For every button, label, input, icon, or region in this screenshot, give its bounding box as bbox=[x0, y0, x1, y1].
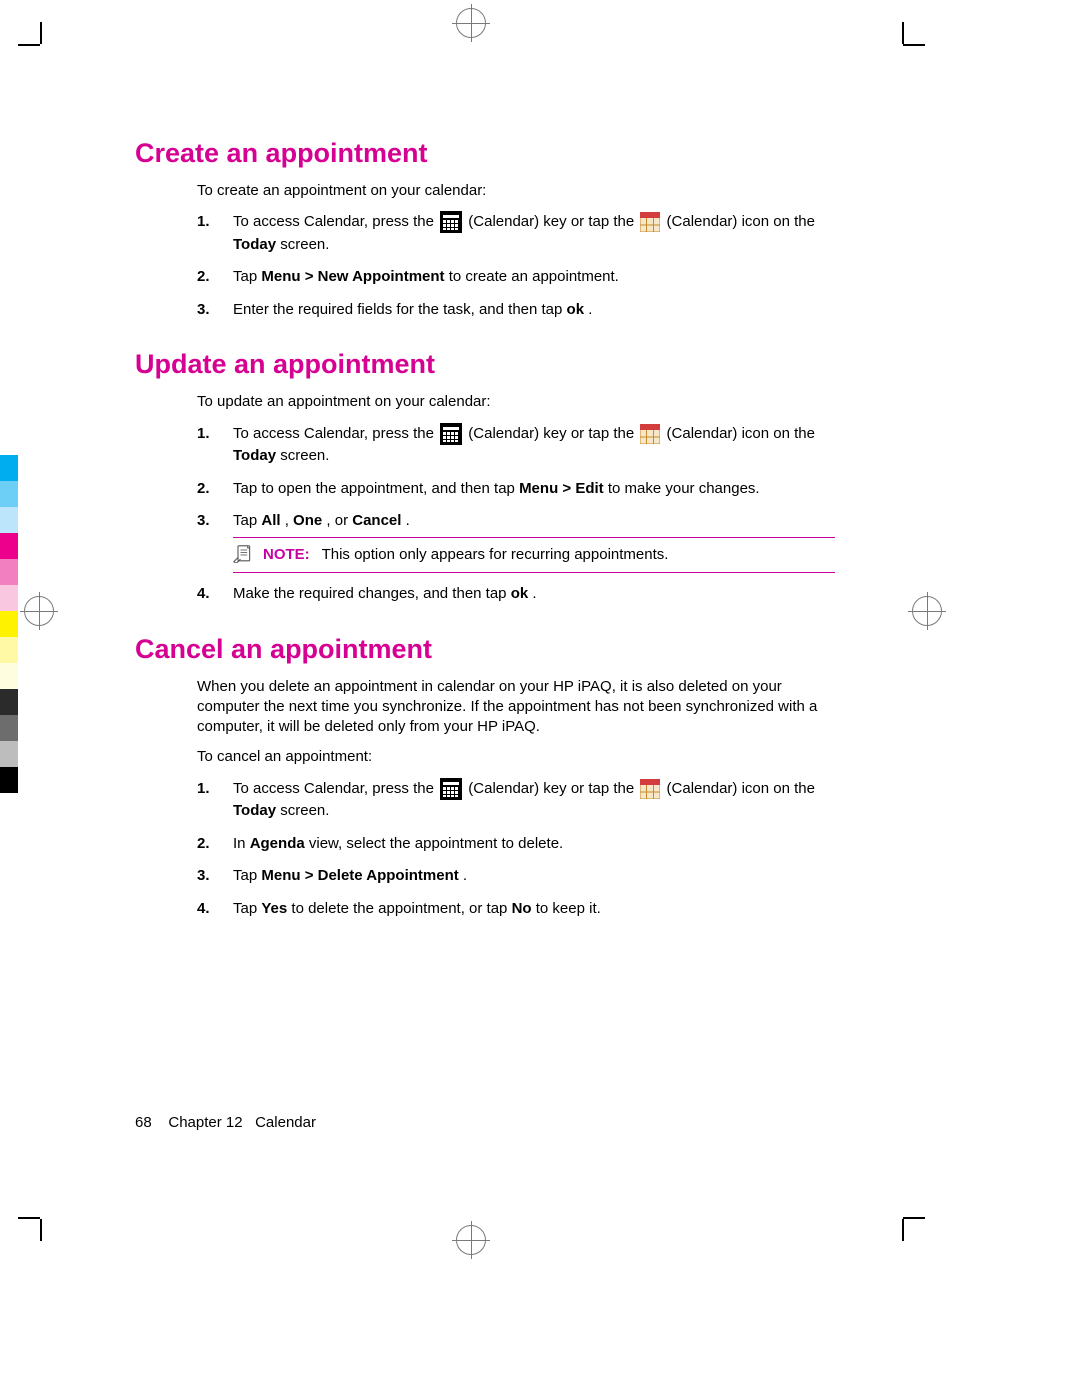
step-text: (Calendar) icon on the bbox=[667, 425, 815, 442]
section-cancel: Cancel an appointment When you delete an… bbox=[135, 634, 835, 921]
section-update: Update an appointment To update an appoi… bbox=[135, 349, 835, 605]
registration-mark-icon bbox=[456, 1225, 486, 1255]
chapter-title: Calendar bbox=[255, 1114, 316, 1131]
step-text: . bbox=[463, 867, 467, 884]
step-text: screen. bbox=[280, 447, 329, 464]
registration-mark-icon bbox=[912, 596, 942, 626]
step-text: to delete the appointment, or tap bbox=[291, 900, 511, 917]
step-text: (Calendar) key or tap the bbox=[468, 213, 638, 230]
steps-cancel: 1. To access Calendar, press the (Calend… bbox=[197, 778, 835, 921]
step-bold: All bbox=[261, 512, 280, 529]
step-text: to create an appointment. bbox=[449, 268, 619, 285]
step-item: 1. To access Calendar, press the (Calend… bbox=[197, 211, 835, 256]
step-item: 2. Tap Menu > New Appointment to create … bbox=[197, 266, 835, 289]
step-bold: Today bbox=[233, 802, 276, 819]
step-bold: Agenda bbox=[250, 835, 305, 852]
step-text: . bbox=[588, 301, 592, 318]
step-bold: ok bbox=[567, 301, 585, 318]
step-text: , or bbox=[326, 512, 352, 529]
step-item: 3. Tap All , One , or Cancel . NOTE: Thi… bbox=[197, 510, 835, 573]
step-text: Make the required changes, and then tap bbox=[233, 585, 511, 602]
calendar-key-icon bbox=[440, 778, 462, 800]
calendar-key-icon bbox=[440, 211, 462, 233]
section-create: Create an appointment To create an appoi… bbox=[135, 138, 835, 321]
step-text: (Calendar) icon on the bbox=[667, 213, 815, 230]
heading-create: Create an appointment bbox=[135, 138, 835, 169]
note-text: This option only appears for recurring a… bbox=[322, 546, 669, 563]
step-text: In bbox=[233, 835, 250, 852]
note-icon bbox=[233, 545, 253, 565]
step-text: , bbox=[285, 512, 293, 529]
step-item: 1. To access Calendar, press the (Calend… bbox=[197, 778, 835, 823]
steps-create: 1. To access Calendar, press the (Calend… bbox=[197, 211, 835, 321]
heading-cancel: Cancel an appointment bbox=[135, 634, 835, 665]
step-item: 3. Enter the required fields for the tas… bbox=[197, 299, 835, 322]
step-text: screen. bbox=[280, 236, 329, 253]
crop-mark bbox=[903, 1217, 925, 1219]
crop-mark bbox=[40, 1219, 42, 1241]
note-box: NOTE: This option only appears for recur… bbox=[233, 537, 835, 574]
calendar-today-icon bbox=[640, 212, 660, 232]
page-number: 68 bbox=[135, 1114, 152, 1131]
step-bold: ok bbox=[511, 585, 529, 602]
step-text: Tap bbox=[233, 268, 261, 285]
step-text: Tap to open the appointment, and then ta… bbox=[233, 480, 519, 497]
chapter-label: Chapter 12 bbox=[168, 1114, 242, 1131]
calendar-key-icon bbox=[440, 423, 462, 445]
steps-update: 1. To access Calendar, press the (Calend… bbox=[197, 423, 835, 606]
step-text: to keep it. bbox=[536, 900, 601, 917]
step-bold: Menu > Edit bbox=[519, 480, 604, 497]
intro-update: To update an appointment on your calenda… bbox=[197, 392, 835, 412]
note-content: NOTE: This option only appears for recur… bbox=[263, 544, 668, 567]
heading-update: Update an appointment bbox=[135, 349, 835, 380]
step-bold: Menu > New Appointment bbox=[261, 268, 444, 285]
step-bold: Cancel bbox=[352, 512, 401, 529]
intro-cancel-short: To cancel an appointment: bbox=[197, 747, 835, 767]
crop-mark bbox=[902, 22, 904, 44]
step-bold: No bbox=[512, 900, 532, 917]
intro-create: To create an appointment on your calenda… bbox=[197, 181, 835, 201]
step-bold: One bbox=[293, 512, 322, 529]
registration-mark-icon bbox=[24, 596, 54, 626]
intro-cancel-long: When you delete an appointment in calend… bbox=[197, 677, 835, 738]
step-bold: Menu > Delete Appointment bbox=[261, 867, 458, 884]
step-item: 3. Tap Menu > Delete Appointment . bbox=[197, 865, 835, 888]
color-calibration-strip bbox=[0, 455, 18, 793]
step-text: Tap bbox=[233, 512, 261, 529]
step-text: (Calendar) key or tap the bbox=[468, 425, 638, 442]
step-text: . bbox=[532, 585, 536, 602]
registration-mark-icon bbox=[456, 8, 486, 38]
note-label: NOTE: bbox=[263, 546, 310, 563]
step-text: . bbox=[406, 512, 410, 529]
crop-mark bbox=[18, 1217, 40, 1219]
crop-mark bbox=[40, 22, 42, 44]
step-text: Tap bbox=[233, 867, 261, 884]
step-item: 4. Tap Yes to delete the appointment, or… bbox=[197, 898, 835, 921]
step-bold: Yes bbox=[261, 900, 287, 917]
step-item: 4. Make the required changes, and then t… bbox=[197, 583, 835, 606]
step-bold: Today bbox=[233, 447, 276, 464]
step-text: Tap bbox=[233, 900, 261, 917]
step-text: screen. bbox=[280, 802, 329, 819]
calendar-today-icon bbox=[640, 779, 660, 799]
step-text: view, select the appointment to delete. bbox=[309, 835, 563, 852]
crop-mark bbox=[18, 44, 40, 46]
step-item: 2. Tap to open the appointment, and then… bbox=[197, 478, 835, 501]
step-text: To access Calendar, press the bbox=[233, 425, 438, 442]
page-footer: 68 Chapter 12 Calendar bbox=[135, 1114, 316, 1131]
step-item: 1. To access Calendar, press the (Calend… bbox=[197, 423, 835, 468]
crop-mark bbox=[903, 44, 925, 46]
step-text: (Calendar) key or tap the bbox=[468, 780, 638, 797]
step-text: (Calendar) icon on the bbox=[667, 780, 815, 797]
step-bold: Today bbox=[233, 236, 276, 253]
calendar-today-icon bbox=[640, 424, 660, 444]
step-text: To access Calendar, press the bbox=[233, 213, 438, 230]
page-content: Create an appointment To create an appoi… bbox=[135, 138, 835, 948]
step-text: To access Calendar, press the bbox=[233, 780, 438, 797]
step-item: 2. In Agenda view, select the appointmen… bbox=[197, 833, 835, 856]
step-text: to make your changes. bbox=[608, 480, 760, 497]
step-text: Enter the required fields for the task, … bbox=[233, 301, 567, 318]
crop-mark bbox=[902, 1219, 904, 1241]
